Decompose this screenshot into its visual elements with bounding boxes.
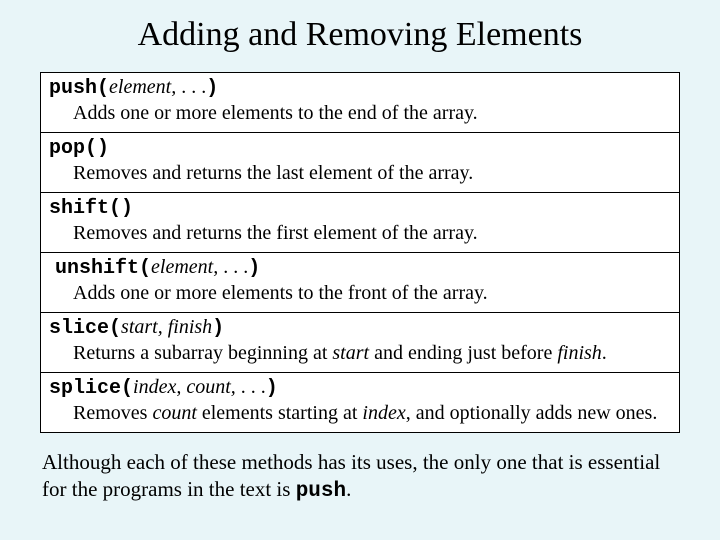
method-args-plain: . . . [176,76,206,98]
method-args-ital: start, finish [121,316,212,338]
method-signature: pop() [47,135,673,161]
paren-open: () [85,137,109,160]
page-title: Adding and Removing Elements [40,16,680,54]
method-signature: slice(start, finish) [47,315,673,341]
table-row: push(element, . . .) Adds one or more el… [41,73,679,132]
method-signature: splice(index, count, . . .) [47,375,673,401]
note-text-post: . [346,477,351,501]
method-args-ital: element, [109,76,176,98]
method-signature: shift() [47,195,673,221]
table-row: splice(index, count, . . .) Removes coun… [41,372,679,432]
method-description: Removes and returns the last element of … [47,161,673,186]
note-code: push [296,480,346,503]
paren-open: ( [97,77,109,100]
paren-open: ( [109,317,121,340]
method-description: Removes count elements starting at index… [47,401,673,426]
paren-open: ( [121,377,133,400]
paren-open: () [109,197,133,220]
paren-close: ) [266,377,278,400]
table-row: slice(start, finish) Returns a subarray … [41,312,679,372]
paren-close: ) [206,77,218,100]
method-name: pop [49,137,85,160]
method-name: push [49,77,97,100]
table-row: unshift(element, . . .) Adds one or more… [41,252,679,312]
method-name: splice [49,377,121,400]
method-description: Adds one or more elements to the front o… [47,281,673,306]
method-name: shift [49,197,109,220]
paren-open: ( [139,257,151,280]
method-name: unshift [55,257,139,280]
method-description: Adds one or more elements to the end of … [47,101,673,126]
table-row: pop() Removes and returns the last eleme… [41,132,679,192]
method-args-ital: element, [151,256,218,278]
footer-note: Although each of these methods has its u… [40,449,680,506]
method-name: slice [49,317,109,340]
method-signature: unshift(element, . . .) [47,255,673,281]
method-description: Returns a subarray beginning at start an… [47,341,673,366]
method-args-ital: index, count, [133,376,236,398]
method-signature: push(element, . . .) [47,75,673,101]
table-row: shift() Removes and returns the first el… [41,192,679,252]
paren-close: ) [212,317,224,340]
method-args-plain: . . . [218,256,248,278]
methods-table: push(element, . . .) Adds one or more el… [40,72,680,433]
paren-close: ) [248,257,260,280]
method-description: Removes and returns the first element of… [47,221,673,246]
method-args-plain: . . . [236,376,266,398]
